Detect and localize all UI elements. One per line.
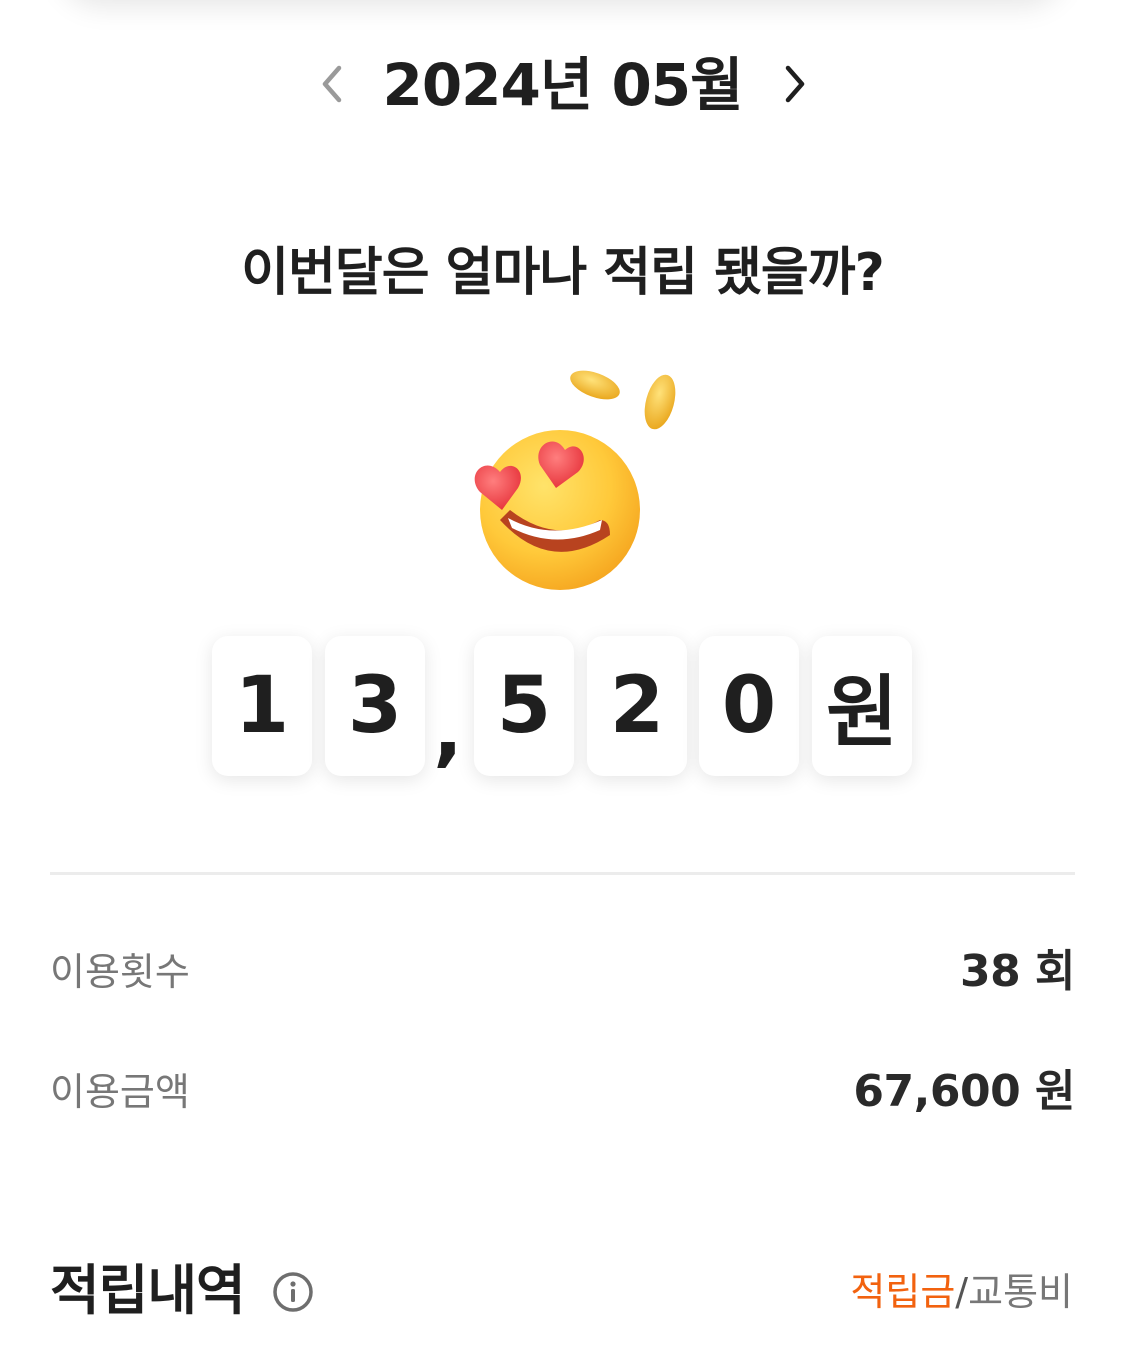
chevron-left-icon[interactable] (312, 62, 352, 106)
amount-digit: 1 (212, 636, 312, 776)
saved-amount: 1 3 , 5 2 0 원 (0, 636, 1125, 776)
toggle-transport-fee[interactable]: 교통비 (968, 1270, 1073, 1314)
info-icon[interactable] (272, 1271, 314, 1313)
chevron-right-icon[interactable] (775, 62, 815, 106)
coin-icon (570, 370, 676, 430)
history-title: 적립내역 (50, 1259, 246, 1322)
amount-digit: 2 (587, 636, 687, 776)
heart-eyes-smiley-icon (460, 360, 690, 590)
amount-digit: 3 (325, 636, 425, 776)
stat-usage-amount: 이용금액 67,600 원 (50, 1062, 1075, 1122)
month-title: 2024년 05월 (382, 51, 743, 119)
amount-comma: , (433, 686, 463, 776)
amount-digit: 0 (699, 636, 799, 776)
stat-value: 67,600 원 (853, 1066, 1075, 1117)
section-divider (50, 872, 1075, 875)
stat-usage-count: 이용횟수 38 회 (50, 942, 1076, 1002)
amount-digit: 5 (474, 636, 574, 776)
amount-unit: 원 (812, 636, 912, 776)
toggle-separator: / (955, 1270, 969, 1314)
stat-value: 38 회 (959, 946, 1076, 997)
stat-label: 이용금액 (50, 1070, 190, 1114)
stat-label: 이용횟수 (50, 950, 190, 994)
toggle-savings[interactable]: 적립금 (850, 1270, 955, 1314)
history-type-toggle: 적립금/교통비 (850, 1264, 1073, 1320)
savings-headline: 이번달은 얼마나 적립 됐을까? (241, 243, 885, 303)
month-navigator: 2024년 05월 (0, 40, 1125, 130)
